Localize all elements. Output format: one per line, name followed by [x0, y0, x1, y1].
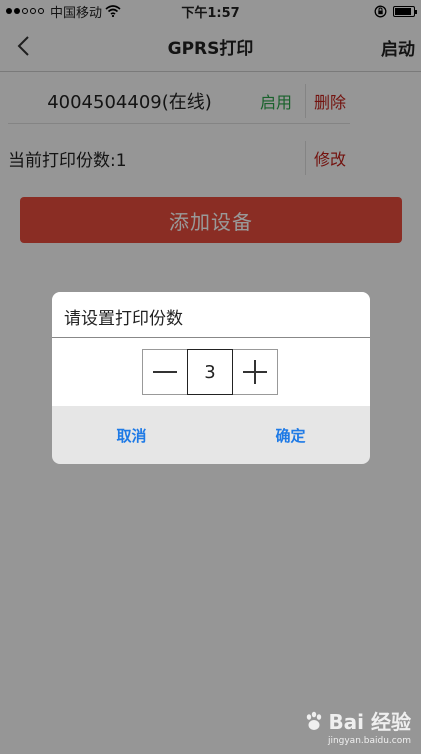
dialog-title: 请设置打印份数 — [64, 309, 183, 329]
minus-icon — [153, 371, 177, 373]
cancel-button[interactable]: 取消 — [52, 406, 211, 464]
watermark-url: jingyan.baidu.com — [327, 736, 411, 746]
watermark: Bai 经验 jingyan.baidu.com — [303, 706, 411, 746]
set-copies-dialog: 请设置打印份数 3 取消 确定 — [52, 292, 370, 464]
increment-button[interactable] — [232, 349, 278, 395]
confirm-button[interactable]: 确定 — [211, 406, 370, 464]
plus-icon — [243, 360, 267, 384]
copies-stepper: 3 — [142, 349, 278, 395]
copies-value-input[interactable]: 3 — [187, 349, 233, 395]
baidu-paw-logo — [307, 711, 322, 730]
watermark-brand: Bai 经验 — [328, 710, 411, 734]
dialog-divider — [52, 337, 370, 338]
decrement-button[interactable] — [142, 349, 188, 395]
